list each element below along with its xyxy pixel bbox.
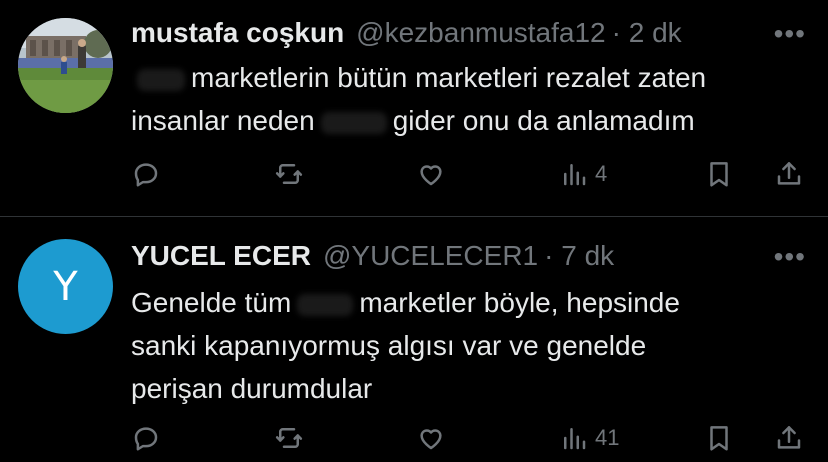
- bookmark-button[interactable]: [704, 420, 734, 456]
- share-button[interactable]: [774, 420, 804, 456]
- like-button[interactable]: [416, 420, 446, 456]
- timestamp[interactable]: · 2 dk: [612, 17, 682, 49]
- action-bar: 4: [131, 156, 811, 192]
- timestamp[interactable]: · 7 dk: [544, 240, 614, 272]
- reply-icon: [134, 427, 158, 451]
- display-name[interactable]: mustafa coşkun: [131, 17, 344, 49]
- tweet-text: Genelde tüm marketler böyle, hepsinde san…: [131, 281, 680, 410]
- retweet-icon: [275, 164, 303, 184]
- share-icon: [777, 426, 801, 449]
- tweet-text-line: gider onu da anlamadım: [392, 105, 695, 136]
- views-count: 41: [595, 425, 620, 450]
- tweet-text-line: insanlar neden: [131, 105, 315, 136]
- share-icon: [777, 162, 801, 185]
- reply-button[interactable]: [131, 420, 161, 456]
- reply-icon: [134, 163, 158, 187]
- bookmark-button[interactable]: [704, 156, 734, 192]
- retweet-icon: [275, 428, 303, 448]
- tweet-text-line: marketler böyle, hepsinde: [359, 287, 680, 318]
- views-icon: [564, 164, 586, 186]
- like-icon: [420, 429, 442, 450]
- bookmark-icon: [710, 426, 728, 451]
- like-icon: [420, 165, 442, 186]
- reply-button[interactable]: [131, 156, 161, 192]
- display-name[interactable]: YUCEL ECER: [131, 240, 311, 272]
- views-button[interactable]: 4: [559, 156, 607, 192]
- action-bar: 41: [131, 420, 811, 456]
- tweet[interactable]: mustafa coşkun @kezbanmustafa12 · 2 dk •…: [0, 0, 828, 216]
- handle[interactable]: @YUCELECER1: [323, 240, 538, 272]
- handle[interactable]: @kezbanmustafa12: [356, 17, 605, 49]
- views-count: 4: [595, 161, 608, 186]
- more-options-icon[interactable]: •••: [774, 241, 806, 273]
- tweet-text-line: sanki kapanıyormuş algısı var ve genelde: [131, 330, 647, 361]
- bookmark-icon: [710, 162, 728, 187]
- share-button[interactable]: [774, 156, 804, 192]
- tweet-text-line: perişan durumdular: [131, 373, 373, 404]
- avatar[interactable]: [18, 18, 113, 113]
- retweet-button[interactable]: [274, 420, 304, 456]
- views-button[interactable]: 41: [559, 420, 619, 456]
- avatar-photo: [18, 18, 113, 113]
- redacted-text: [320, 111, 387, 134]
- tweet-header: YUCEL ECER @YUCELECER1 · 7 dk: [131, 238, 614, 274]
- redacted-text: [137, 68, 185, 91]
- redacted-text: [297, 293, 354, 316]
- tweet-header: mustafa coşkun @kezbanmustafa12 · 2 dk: [131, 15, 682, 51]
- retweet-button[interactable]: [274, 156, 304, 192]
- tweet-text-line: Genelde tüm: [131, 287, 292, 318]
- like-button[interactable]: [416, 156, 446, 192]
- more-options-icon[interactable]: •••: [774, 18, 806, 50]
- tweet-text: marketlerin bütün marketleri rezalet zat…: [131, 56, 706, 142]
- avatar[interactable]: Y: [18, 239, 113, 334]
- views-icon: [564, 428, 586, 450]
- tweet-text-line: marketlerin bütün marketleri rezalet zat…: [191, 62, 707, 93]
- avatar-letter: Y: [53, 263, 78, 310]
